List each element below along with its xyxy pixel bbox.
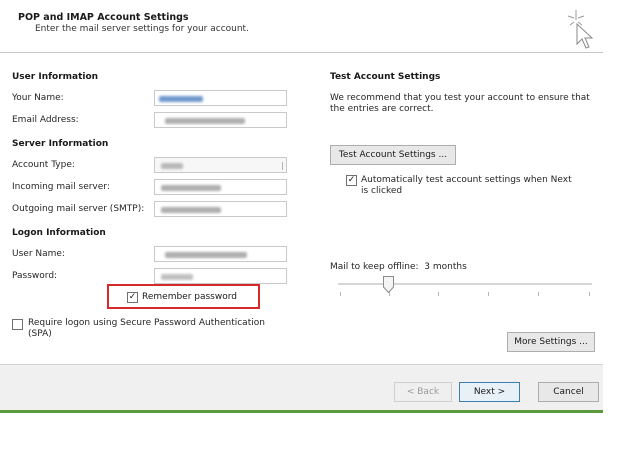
select-divider (282, 162, 283, 170)
slider-tick (538, 292, 539, 296)
redacted-value (161, 163, 183, 169)
auto-test-checkbox[interactable]: ✓ (346, 175, 357, 186)
redacted-value (161, 274, 193, 280)
offline-value: 3 months (424, 262, 467, 272)
pointer-cursor-sparkle-icon (567, 10, 594, 49)
logon-information-heading: Logon Information (12, 228, 106, 238)
more-settings-button[interactable]: More Settings ... (507, 332, 595, 352)
remember-password-checkbox[interactable]: ✓ (127, 292, 138, 303)
slider-tick (340, 292, 341, 296)
test-account-settings-button[interactable]: Test Account Settings ... (330, 145, 456, 165)
spa-label-line2[interactable]: (SPA) (28, 329, 52, 339)
redacted-value (165, 118, 245, 124)
your-name-input[interactable] (154, 90, 287, 106)
outgoing-mail-server-label: Outgoing mail server (SMTP): (12, 204, 145, 214)
offline-label-text: Mail to keep offline: (330, 262, 419, 272)
redacted-value (161, 185, 221, 191)
spa-label-line1[interactable]: Require logon using Secure Password Auth… (28, 318, 265, 328)
password-input[interactable] (154, 268, 287, 284)
incoming-mail-server-label: Incoming mail server: (12, 182, 110, 192)
user-information-heading: User Information (12, 72, 99, 82)
test-account-settings-heading: Test Account Settings (330, 72, 441, 82)
password-label: Password: (12, 271, 58, 281)
redacted-value (161, 207, 221, 213)
account-settings-dialog: POP and IMAP Account Settings Enter the … (0, 0, 603, 413)
offline-label: Mail to keep offline: 3 months (330, 262, 467, 272)
email-address-label: Email Address: (12, 115, 79, 125)
incoming-mail-server-input[interactable] (154, 179, 287, 195)
slider-tick (488, 292, 489, 296)
account-type-select[interactable] (154, 157, 287, 173)
slider-tick (438, 292, 439, 296)
offline-slider-track[interactable] (338, 283, 592, 285)
slider-tick (589, 292, 590, 296)
test-description-line2: the entries are correct. (330, 104, 434, 114)
spa-checkbox[interactable] (12, 319, 23, 330)
account-type-label: Account Type: (12, 160, 75, 170)
offline-slider-thumb[interactable] (383, 276, 394, 293)
your-name-label: Your Name: (12, 93, 64, 103)
redacted-value (159, 96, 203, 102)
redacted-value (165, 252, 247, 258)
test-description-line1: We recommend that you test your account … (330, 93, 590, 103)
auto-test-label-line1[interactable]: Automatically test account settings when… (361, 175, 572, 185)
dialog-title: POP and IMAP Account Settings (18, 12, 189, 23)
next-button[interactable]: Next > (459, 382, 520, 402)
server-information-heading: Server Information (12, 139, 109, 149)
back-button[interactable]: < Back (394, 382, 452, 402)
outgoing-mail-server-input[interactable] (154, 201, 287, 217)
cancel-button[interactable]: Cancel (538, 382, 599, 402)
dialog-subtitle: Enter the mail server settings for your … (35, 24, 249, 34)
dialog-header: POP and IMAP Account Settings Enter the … (0, 0, 603, 53)
remember-password-label[interactable]: Remember password (142, 292, 237, 302)
user-name-label: User Name: (12, 249, 65, 259)
user-name-input[interactable] (154, 246, 287, 262)
auto-test-label-line2[interactable]: is clicked (361, 186, 402, 196)
accent-rule (0, 410, 603, 413)
email-address-input[interactable] (154, 112, 287, 128)
